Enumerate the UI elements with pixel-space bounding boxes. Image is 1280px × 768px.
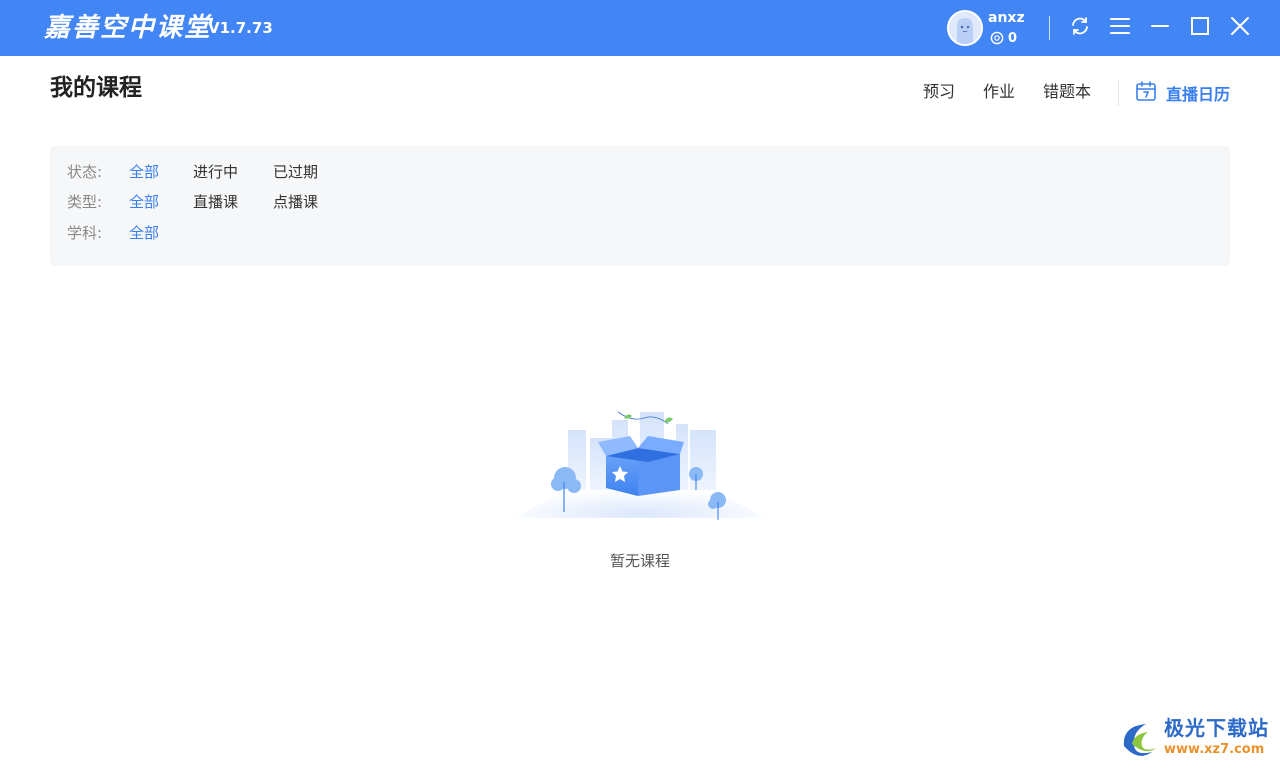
type-option-vod[interactable]: 点播课 (273, 192, 318, 212)
minimize-button[interactable] (1146, 14, 1174, 42)
filter-panel: 状态: 全部 进行中 已过期 类型: 全部 直播课 点播课 学科: 全部 (50, 146, 1230, 266)
status-option-ongoing[interactable]: 进行中 (193, 162, 238, 182)
type-filter-label: 类型: (67, 193, 103, 211)
close-button[interactable] (1226, 14, 1254, 42)
type-option-all[interactable]: 全部 (129, 192, 159, 212)
minimize-icon (1150, 16, 1170, 40)
status-filter-label: 状态: (67, 163, 103, 181)
title-bar: 嘉善空中课堂 V1.7.73 anxz 0 (0, 0, 1280, 56)
calendar-icon (1135, 80, 1157, 106)
live-calendar-link[interactable]: 直播日历 (1135, 80, 1230, 106)
maximize-button[interactable] (1186, 14, 1214, 42)
coin-icon (990, 30, 1004, 49)
app-version: V1.7.73 (208, 19, 273, 37)
watermark-url: www.xz7.com (1164, 742, 1265, 757)
refresh-button[interactable] (1066, 14, 1094, 42)
empty-box-illustration (512, 398, 768, 528)
watermark-name: 极光下载站 (1164, 716, 1269, 740)
nav-homework-link[interactable]: 作业 (983, 80, 1015, 104)
maximize-icon (1190, 16, 1210, 40)
empty-state-message: 暂无课程 (609, 552, 670, 570)
menu-icon (1110, 17, 1130, 39)
nav-preview-link[interactable]: 预习 (923, 80, 955, 104)
avatar-icon[interactable] (947, 10, 983, 46)
app-logo: 嘉善空中课堂 (44, 13, 213, 43)
menu-button[interactable] (1106, 14, 1134, 42)
page-title: 我的课程 (50, 75, 142, 101)
nav-mistakes-link[interactable]: 错题本 (1043, 80, 1091, 104)
username[interactable]: anxz (988, 9, 1025, 27)
status-option-all[interactable]: 全部 (129, 162, 159, 182)
close-icon (1230, 16, 1250, 40)
titlebar-divider (1049, 16, 1050, 40)
subject-filter-label: 学科: (67, 224, 103, 242)
subject-option-all[interactable]: 全部 (129, 223, 159, 243)
nav-divider (1118, 80, 1119, 106)
site-watermark: 极光下载站 www.xz7.com (1118, 712, 1274, 764)
live-calendar-label: 直播日历 (1166, 85, 1231, 104)
coin-balance: 0 (990, 30, 1017, 48)
type-option-live[interactable]: 直播课 (193, 192, 238, 212)
coin-count: 0 (1008, 31, 1018, 46)
status-option-expired[interactable]: 已过期 (273, 162, 318, 182)
refresh-icon (1069, 15, 1091, 41)
